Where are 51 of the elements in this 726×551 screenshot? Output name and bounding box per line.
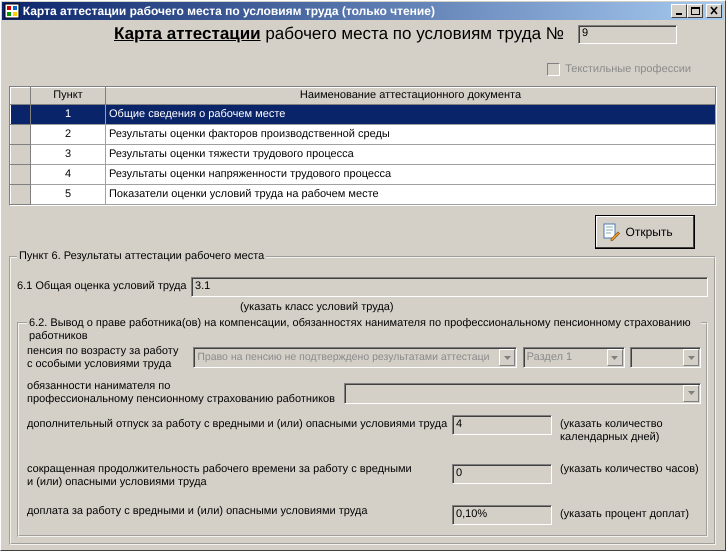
open-button[interactable]: Открыть [595,214,695,249]
column-header[interactable]: Наименование аттестационного документа [106,87,716,104]
document-pencil-icon [602,222,620,241]
table-row[interactable]: 5 Показатели оценки условий труда на рабочем месте [10,184,716,204]
table-cell: 5 [30,184,106,204]
field-label: дополнительный отпуск за работу с вредными и (или) опасными условиями труда [27,418,448,432]
hint-text: (указать количество календарных дней) [560,418,663,445]
card-number-field[interactable]: 9 [578,24,678,44]
table-cell: Результаты оценки факторов производственной среды [106,124,716,144]
group-title: Пункт 6. Результаты аттестации рабочего места [17,250,266,263]
table-row[interactable]: 4 Результаты оценки напряженности трудового процесса [10,164,716,184]
table-cell: Результаты оценки напряженности трудового процесса [106,164,716,184]
table-row[interactable]: 3 Результаты оценки тяжести трудового процесса [10,144,716,164]
hint-text: (указать процент доплат) [560,508,690,522]
value-field[interactable]: 4 [452,415,552,436]
field-label: сокращенная продолжительность рабочего времени за работу с вредными и (или) опасными условиями труда [27,462,413,489]
maximize-icon [690,6,700,16]
row-header[interactable] [10,104,30,124]
column-header[interactable]: Пункт [30,87,106,104]
field-label: 6.1 Общая оценка условий труда [17,280,188,294]
app-icon [4,3,20,20]
caret-icon [504,356,511,360]
maximize-button[interactable] [687,4,704,18]
field-label: пенсия по возрасту за работу с особыми условиями труда [27,344,180,371]
table-cell: Общие сведения о рабочем месте [106,104,716,124]
table-row[interactable]: 2 Результаты оценки факторов производственной среды [10,124,716,144]
caret-icon [611,356,618,360]
caret-icon [688,391,694,396]
table-cell: Результаты оценки тяжести трудового процесса [106,144,716,164]
minimize-button[interactable] [671,4,688,18]
minimize-icon [676,13,682,16]
field-label: обязанности нанимателя по профессиональному пенсионному страхованию работников [27,380,336,406]
close-icon [709,6,719,16]
table-cell: 2 [30,124,106,144]
close-button[interactable] [706,4,722,18]
form-heading: Карта аттестации рабочего места по условиям труда № [114,24,564,45]
caret-icon [688,356,694,360]
value-field[interactable]: 0,10% [452,505,552,525]
window-title: Карта аттестации рабочего места по условиям труда (только чтение) [22,4,436,18]
table-cell: Показатели оценки условий труда на рабочем месте [106,184,716,204]
table-row[interactable]: 1 Общие сведения о рабочем месте [10,104,716,124]
table-cell: 3 [30,144,106,164]
checkbox-label: Текстильные профессии [565,62,691,76]
hint-text: (указать количество часов) [560,462,699,476]
table-cell: 1 [30,104,106,124]
field-label: доплата за работу с вредными и (или) опасными условиями труда [27,505,368,518]
hint-text: (указать класс условий труда) [240,300,394,314]
value-field[interactable]: 0 [452,464,552,484]
table-cell: 4 [30,164,106,184]
row-header [10,87,30,104]
class-field[interactable]: 3.1 [191,276,708,297]
